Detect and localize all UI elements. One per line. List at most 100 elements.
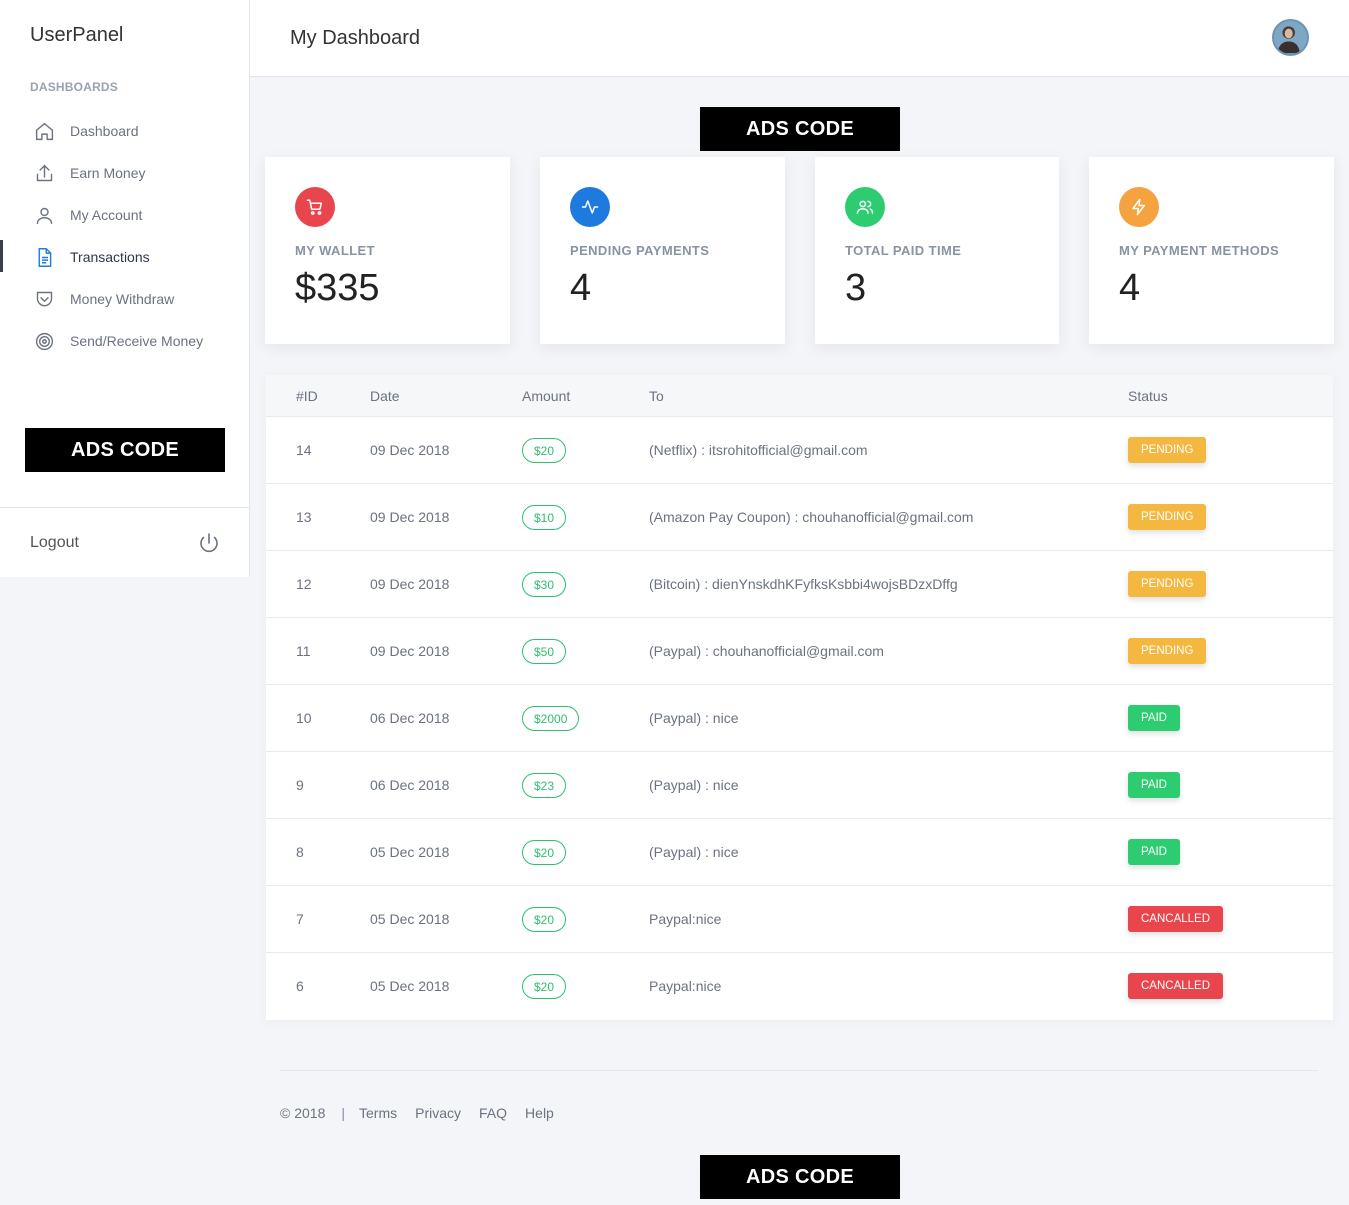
footer-link-faq[interactable]: FAQ bbox=[479, 1105, 507, 1121]
sidebar: UserPanel DASHBOARDS Dashboard Earn Mone… bbox=[0, 0, 250, 577]
table-header: #ID Date Amount To Status bbox=[266, 375, 1333, 417]
col-header-to: To bbox=[649, 388, 664, 404]
cell-recipient: Paypal:nice bbox=[649, 978, 722, 994]
stat-label: TOTAL PAID TIME bbox=[845, 243, 962, 258]
col-header-id: #ID bbox=[296, 388, 318, 404]
footer: © 2018 | Terms Privacy FAQ Help bbox=[280, 1105, 572, 1121]
cell-id: 13 bbox=[296, 509, 312, 525]
ads-banner-sidebar[interactable]: ADS CODE bbox=[25, 428, 225, 472]
table-body: 14 09 Dec 2018 $20 (Netflix) : itsrohitoffi… bbox=[266, 417, 1333, 1020]
amount-badge: $30 bbox=[522, 572, 567, 597]
amount-badge: $20 bbox=[522, 438, 567, 463]
amount-badge: $2000 bbox=[522, 706, 580, 731]
cell-recipient: (Bitcoin) : dienYnskdhKFyfksKsbbi4wojsBD… bbox=[649, 576, 958, 592]
stat-value: $335 bbox=[295, 267, 380, 309]
cell-id: 12 bbox=[296, 576, 312, 592]
table-row: 10 06 Dec 2018 $2000 (Paypal) : nice PAID bbox=[266, 685, 1333, 752]
cell-id: 14 bbox=[296, 442, 312, 458]
amount-badge: $20 bbox=[522, 840, 567, 865]
sidebar-item-earn-money[interactable]: Earn Money bbox=[0, 152, 249, 194]
status-badge: CANCALLED bbox=[1128, 906, 1224, 932]
footer-separator: | bbox=[341, 1105, 345, 1121]
cell-date: 06 Dec 2018 bbox=[370, 777, 450, 793]
footer-link-terms[interactable]: Terms bbox=[359, 1105, 397, 1121]
sidebar-item-label: Send/Receive Money bbox=[70, 333, 204, 349]
footer-link-privacy[interactable]: Privacy bbox=[415, 1105, 461, 1121]
sidebar-item-money-withdraw[interactable]: Money Withdraw bbox=[0, 278, 249, 320]
cell-date: 05 Dec 2018 bbox=[370, 911, 450, 927]
stat-label: PENDING PAYMENTS bbox=[570, 243, 710, 258]
stat-value: 3 bbox=[845, 267, 867, 309]
power-icon[interactable] bbox=[197, 531, 221, 555]
cart-icon bbox=[295, 187, 335, 227]
sidebar-item-transactions[interactable]: Transactions bbox=[0, 236, 249, 278]
top-header: My Dashboard bbox=[250, 0, 1349, 77]
section-label: DASHBOARDS bbox=[30, 80, 119, 94]
cell-date: 09 Dec 2018 bbox=[370, 442, 450, 458]
ads-banner-top[interactable]: ADS CODE bbox=[700, 107, 900, 151]
cell-id: 9 bbox=[296, 777, 304, 793]
amount-badge: $23 bbox=[522, 773, 567, 798]
stat-value: 4 bbox=[570, 267, 592, 309]
table-row: 9 06 Dec 2018 $23 (Paypal) : nice PAID bbox=[266, 752, 1333, 819]
stat-card-pending-payments: PENDING PAYMENTS 4 bbox=[540, 157, 785, 344]
copyright-text: © 2018 bbox=[280, 1105, 326, 1121]
cell-recipient: (Paypal) : nice bbox=[649, 844, 739, 860]
cell-recipient: (Paypal) : chouhanofficial@gmail.com bbox=[649, 643, 884, 659]
sidebar-nav: Dashboard Earn Money My Account Transact… bbox=[0, 110, 249, 362]
cell-date: 09 Dec 2018 bbox=[370, 576, 450, 592]
stat-card-total-paid-time: TOTAL PAID TIME 3 bbox=[815, 157, 1059, 344]
cell-id: 7 bbox=[296, 911, 304, 927]
pocket-icon bbox=[33, 288, 55, 310]
status-badge: PENDING bbox=[1128, 437, 1207, 463]
users-icon bbox=[845, 187, 885, 227]
cell-date: 05 Dec 2018 bbox=[370, 844, 450, 860]
stat-card-wallet: MY WALLET $335 bbox=[265, 157, 510, 344]
status-badge: PENDING bbox=[1128, 571, 1207, 597]
table-row: 8 05 Dec 2018 $20 (Paypal) : nice PAID bbox=[266, 819, 1333, 886]
sidebar-item-send-receive-money[interactable]: Send/Receive Money bbox=[0, 320, 249, 362]
cell-recipient: Paypal:nice bbox=[649, 911, 722, 927]
sidebar-item-dashboard[interactable]: Dashboard bbox=[0, 110, 249, 152]
upload-icon bbox=[33, 162, 55, 184]
cell-recipient: (Paypal) : nice bbox=[649, 710, 739, 726]
footer-divider bbox=[280, 1070, 1318, 1071]
cell-date: 09 Dec 2018 bbox=[370, 509, 450, 525]
zap-icon bbox=[1119, 187, 1159, 227]
avatar[interactable] bbox=[1272, 19, 1309, 56]
brand-title: UserPanel bbox=[30, 24, 124, 46]
cell-id: 10 bbox=[296, 710, 312, 726]
ads-banner-bottom[interactable]: ADS CODE bbox=[700, 1155, 900, 1199]
logout-link[interactable]: Logout bbox=[30, 534, 79, 552]
cell-id: 8 bbox=[296, 844, 304, 860]
status-badge: PAID bbox=[1128, 705, 1180, 731]
status-badge: PAID bbox=[1128, 772, 1180, 798]
home-icon bbox=[33, 120, 55, 142]
table-row: 11 09 Dec 2018 $50 (Paypal) : chouhanoffici… bbox=[266, 618, 1333, 685]
cell-recipient: (Netflix) : itsrohitofficial@gmail.com bbox=[649, 442, 868, 458]
amount-badge: $20 bbox=[522, 974, 567, 999]
cell-recipient: (Paypal) : nice bbox=[649, 777, 739, 793]
table-row: 13 09 Dec 2018 $10 (Amazon Pay Coupon) : ch… bbox=[266, 484, 1333, 551]
footer-link-help[interactable]: Help bbox=[525, 1105, 554, 1121]
col-header-date: Date bbox=[370, 388, 400, 404]
sidebar-item-label: Money Withdraw bbox=[70, 291, 175, 307]
table-row: 6 05 Dec 2018 $20 Paypal:nice CANCALLED bbox=[266, 953, 1333, 1020]
cell-date: 05 Dec 2018 bbox=[370, 978, 450, 994]
amount-badge: $20 bbox=[522, 907, 567, 932]
page-title: My Dashboard bbox=[290, 27, 421, 49]
cell-id: 6 bbox=[296, 978, 304, 994]
cell-date: 09 Dec 2018 bbox=[370, 643, 450, 659]
stat-label: MY WALLET bbox=[295, 243, 375, 258]
status-badge: PAID bbox=[1128, 839, 1180, 865]
amount-badge: $10 bbox=[522, 505, 567, 530]
sidebar-item-label: Dashboard bbox=[70, 123, 139, 139]
sidebar-item-label: Transactions bbox=[70, 249, 150, 265]
activity-icon bbox=[570, 187, 610, 227]
col-header-status: Status bbox=[1128, 388, 1168, 404]
sidebar-item-my-account[interactable]: My Account bbox=[0, 194, 249, 236]
divider bbox=[0, 507, 249, 508]
amount-badge: $50 bbox=[522, 639, 567, 664]
stat-value: 4 bbox=[1119, 267, 1141, 309]
cell-id: 11 bbox=[296, 643, 311, 659]
